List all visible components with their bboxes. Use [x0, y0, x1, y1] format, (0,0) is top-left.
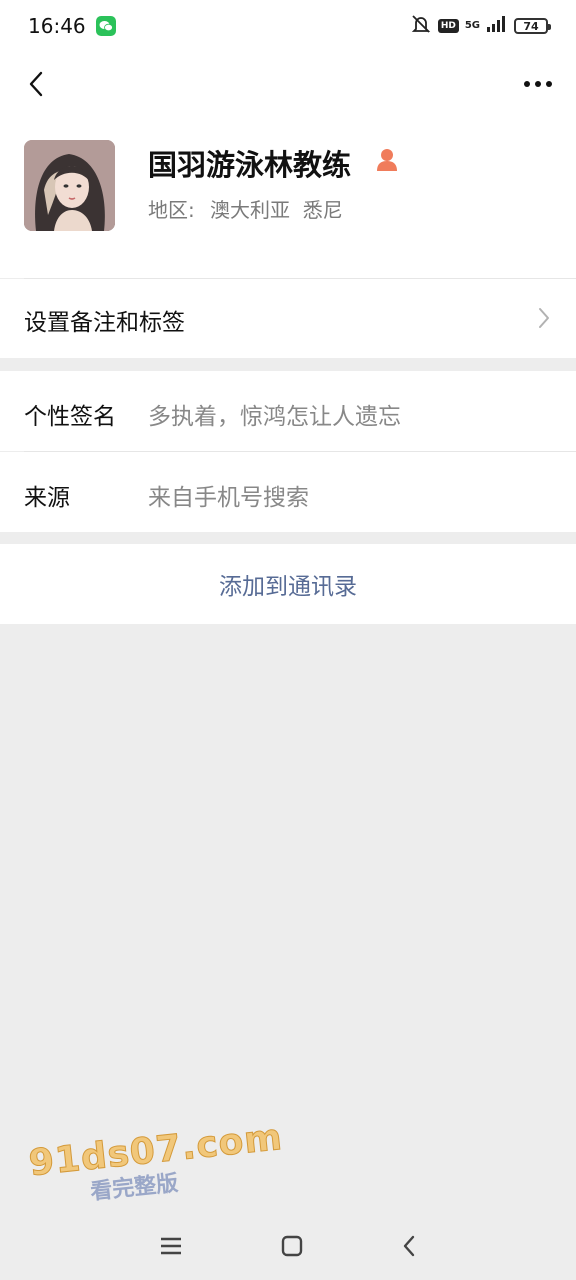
remark-tags-row[interactable]: 设置备注和标签	[0, 279, 576, 358]
mute-bell-icon	[410, 14, 432, 38]
wechat-notification-icon	[95, 16, 116, 36]
status-time: 16:46	[28, 14, 86, 38]
watermark: 91ds07.com 看完整版	[27, 1116, 287, 1212]
system-nav-bar	[0, 1216, 576, 1280]
network-type: 5G	[464, 20, 480, 31]
menu-button[interactable]	[159, 1236, 183, 1260]
chevron-right-icon	[538, 307, 550, 333]
hd-badge: HD	[437, 19, 459, 33]
source-value: 来自手机号搜索	[148, 485, 309, 511]
signal-icon	[486, 15, 508, 37]
female-gender-icon	[374, 146, 400, 176]
battery-icon: 74	[514, 18, 551, 34]
profile-name: 国羽游泳林教练	[148, 148, 352, 182]
system-back-button[interactable]	[401, 1234, 417, 1262]
system-back-icon	[404, 1235, 415, 1257]
source-label: 来源	[24, 485, 70, 511]
status-icons: HD 5G 74	[410, 14, 551, 38]
back-button[interactable]	[16, 64, 56, 104]
back-arrow-icon	[29, 71, 43, 97]
add-to-contacts-label: 添加到通讯录	[219, 574, 357, 600]
signature-row: 个性签名 多执着，惊鸿怎让人遗忘	[0, 371, 576, 451]
more-dots-icon	[524, 81, 552, 87]
status-bar: 16:46 HD 5G 74	[0, 0, 576, 52]
more-button[interactable]	[518, 64, 558, 104]
home-button[interactable]	[280, 1234, 304, 1262]
battery-level: 74	[523, 19, 539, 33]
signature-label: 个性签名	[24, 404, 116, 430]
region-label: 地区:	[148, 198, 195, 222]
profile-card: 国羽游泳林教练 地区: 澳大利亚 悉尼	[0, 116, 576, 278]
source-row: 来源 来自手机号搜索	[0, 452, 576, 532]
home-square-icon	[281, 1235, 303, 1257]
signature-value: 多执着，惊鸿怎让人遗忘	[148, 404, 401, 430]
region-value: 澳大利亚 悉尼	[210, 198, 343, 222]
avatar-portrait-image	[24, 140, 115, 231]
nav-bar	[0, 52, 576, 116]
remark-tags-label: 设置备注和标签	[24, 310, 185, 336]
avatar[interactable]	[24, 140, 115, 231]
menu-icon	[160, 1237, 181, 1255]
add-to-contacts-button[interactable]: 添加到通讯录	[0, 544, 576, 624]
